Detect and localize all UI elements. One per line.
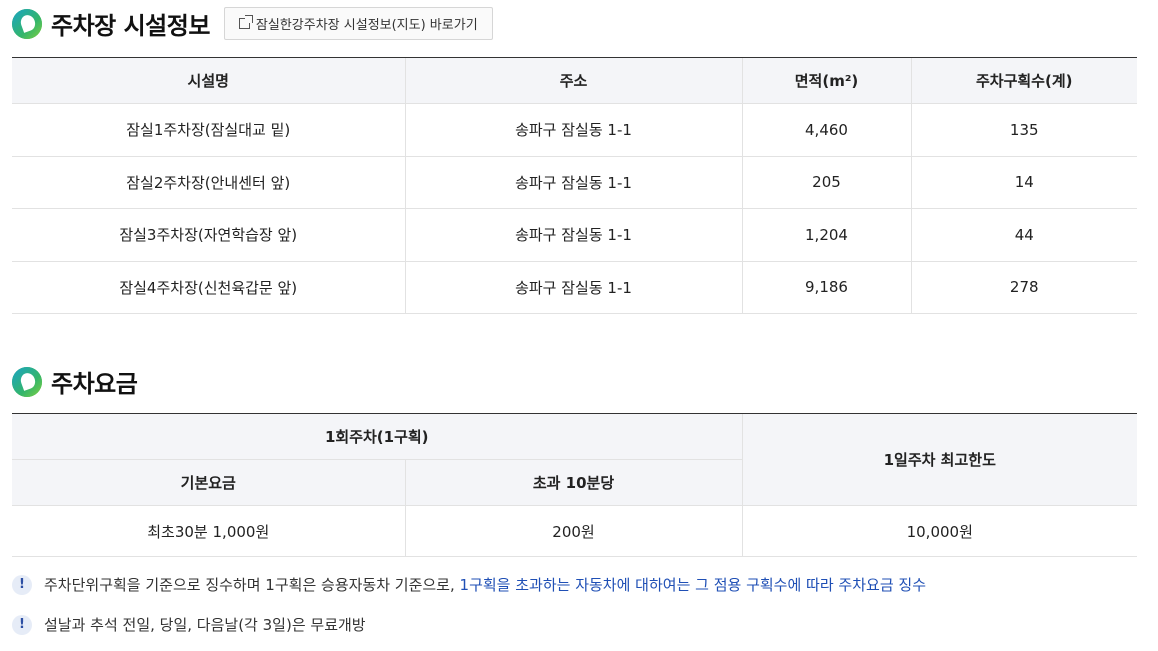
note-highlight: 1구획을 초과하는 자동차에 대하여는 그 점용 구획수에 따라 주차요금 징수 [459, 576, 926, 594]
area-cell: 205 [741, 156, 911, 209]
facility-name-cell: 잠실1주차장(잠실대교 밑) [12, 103, 405, 157]
fee-section-title: 주차요금 [51, 370, 138, 398]
exclamation-icon: ! [12, 614, 32, 635]
spaces-cell: 135 [910, 103, 1137, 157]
extra-fee-cell: 200원 [404, 505, 742, 557]
spaces-cell: 278 [910, 261, 1137, 314]
facility-name-cell: 잠실2주차장(안내센터 앞) [12, 156, 405, 209]
header-daily-max: 1일주차 최고한도 [741, 413, 1137, 506]
seoul-leaf-icon [12, 366, 42, 397]
facility-table: 시설명 주소 면적(m²) 주차구획수(계) 잠실1주차장(잠실대교 밑) 송파… [12, 57, 1137, 314]
header-base-fee: 기본요금 [12, 459, 405, 506]
area-cell: 4,460 [741, 103, 911, 157]
seoul-leaf-icon [12, 8, 42, 39]
spaces-cell: 44 [910, 208, 1137, 262]
facility-name-cell: 잠실4주차장(신천육갑문 앞) [12, 261, 405, 314]
fee-note-1: ! 주차단위구획을 기준으로 징수하며 1구획은 승용자동차 기준으로, 1구획… [12, 574, 926, 595]
facility-section-header: 주차장 시설정보 잠실한강주차장 시설정보(지도) 바로가기 [12, 6, 493, 41]
address-cell: 송파구 잠실동 1-1 [404, 261, 742, 314]
table-row: 잠실3주차장(자연학습장 앞) 송파구 잠실동 1-1 1,204 44 [12, 208, 1137, 262]
address-cell: 송파구 잠실동 1-1 [404, 103, 742, 157]
address-cell: 송파구 잠실동 1-1 [404, 156, 742, 209]
table-row: 잠실4주차장(신천육갑문 앞) 송파구 잠실동 1-1 9,186 278 [12, 261, 1137, 314]
address-cell: 송파구 잠실동 1-1 [404, 208, 742, 262]
table-row: 잠실2주차장(안내센터 앞) 송파구 잠실동 1-1 205 14 [12, 156, 1137, 209]
daily-max-cell: 10,000원 [741, 505, 1137, 557]
exclamation-icon: ! [12, 574, 32, 595]
facility-name-cell: 잠실3주차장(자연학습장 앞) [12, 208, 405, 262]
fee-table-header-row: 1회주차(1구획) 1일주차 최고한도 [12, 413, 1137, 506]
header-single-parking: 1회주차(1구획) [12, 413, 742, 460]
facility-table-header-row: 시설명 주소 면적(m²) 주차구획수(계) [12, 57, 1137, 104]
header-address: 주소 [404, 57, 742, 104]
facility-section-title: 주차장 시설정보 [51, 12, 210, 40]
facility-map-link-label: 잠실한강주차장 시설정보(지도) 바로가기 [255, 18, 478, 33]
fee-section-header: 주차요금 [12, 364, 138, 399]
external-link-icon [238, 15, 253, 29]
table-row: 최초30분 1,000원 200원 10,000원 [12, 505, 1137, 557]
fee-table: 1회주차(1구획) 1일주차 최고한도 기본요금 초과 10분당 최초30분 1… [12, 413, 1137, 557]
note-text: 설날과 추석 전일, 당일, 다음날(각 3일)은 무료개방 [44, 616, 366, 634]
base-fee-cell: 최초30분 1,000원 [12, 505, 405, 557]
note-text: 주차단위구획을 기준으로 징수하며 1구획은 승용자동차 기준으로, 1구획을 … [44, 576, 926, 594]
facility-map-link-button[interactable]: 잠실한강주차장 시설정보(지도) 바로가기 [223, 7, 493, 40]
area-cell: 9,186 [741, 261, 911, 314]
header-parking-spaces: 주차구획수(계) [910, 57, 1137, 104]
area-cell: 1,204 [741, 208, 911, 262]
header-facility-name: 시설명 [12, 57, 405, 104]
spaces-cell: 14 [910, 156, 1137, 209]
header-area: 면적(m²) [741, 57, 911, 104]
fee-note-2: ! 설날과 추석 전일, 당일, 다음날(각 3일)은 무료개방 [12, 614, 366, 635]
header-extra-fee: 초과 10분당 [404, 459, 742, 506]
table-row: 잠실1주차장(잠실대교 밑) 송파구 잠실동 1-1 4,460 135 [12, 103, 1137, 157]
